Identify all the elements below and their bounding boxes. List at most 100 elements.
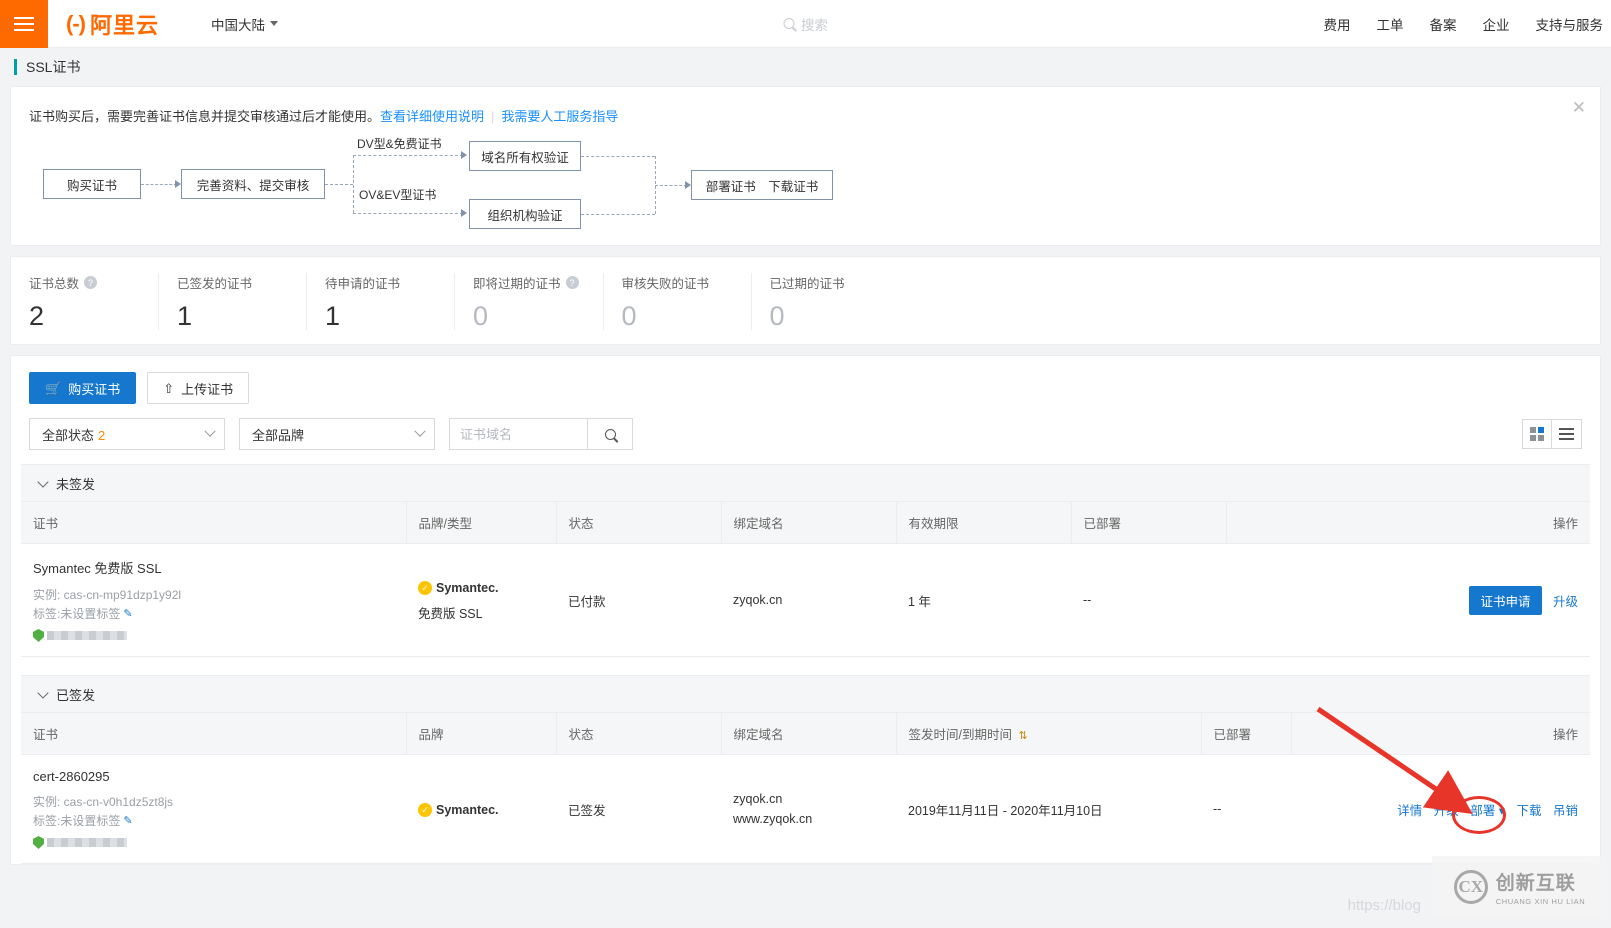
col-bound-domain: 绑定域名	[721, 713, 896, 755]
buy-certificate-label: 购买证书	[68, 379, 120, 398]
status-filter-select[interactable]: 全部状态2	[29, 418, 225, 450]
domain-search	[449, 418, 633, 450]
group-title-unissued: 未签发	[56, 474, 95, 493]
cell-domain: zyqok.cn www.zyqok.cn	[721, 755, 896, 864]
search-input[interactable]	[449, 418, 587, 450]
brand-type: 免费版 SSL	[418, 604, 544, 624]
search-icon	[605, 429, 616, 440]
top-nav: 费用 工单 备案 企业 支持与服务	[1324, 14, 1611, 34]
notice-link-usage[interactable]: 查看详细使用说明	[380, 109, 484, 124]
domain-secondary: www.zyqok.cn	[733, 812, 884, 826]
sort-icon[interactable]: ⇅	[1018, 730, 1027, 742]
help-icon[interactable]: ?	[566, 276, 579, 289]
stat-expiring-label: 即将过期的证书	[473, 273, 561, 292]
col-deployed: 已部署	[1201, 713, 1291, 755]
flow-step-submit: 完善资料、提交审核	[181, 169, 325, 199]
blog-url-watermark: https://blog	[1348, 897, 1421, 914]
cell-validity: 1 年	[896, 544, 1071, 657]
search-button[interactable]	[587, 418, 633, 450]
edit-tag-icon[interactable]: ✎	[123, 605, 132, 624]
redacted-info	[33, 836, 394, 849]
brand-filter-select[interactable]: 全部品牌	[239, 418, 435, 450]
group-header-unissued[interactable]: 未签发	[21, 464, 1590, 502]
col-brand: 品牌	[406, 713, 556, 755]
status-filter-count: 2	[98, 428, 105, 443]
col-bound-domain: 绑定域名	[721, 502, 896, 544]
group-header-issued[interactable]: 已签发	[21, 675, 1590, 713]
cell-status: 已付款	[556, 544, 721, 657]
issued-certificate-table: 证书 品牌 状态 绑定域名 签发时间/到期时间 ⇅ 已部署 操作 cert-28…	[21, 713, 1590, 864]
nav-item-support[interactable]: 支持与服务	[1536, 14, 1604, 34]
col-operations: 操作	[1226, 502, 1590, 544]
stat-expired: 已过期的证书 0	[752, 273, 900, 330]
stat-issued-label: 已签发的证书	[177, 273, 252, 292]
chevron-down-icon	[37, 476, 48, 487]
region-selector[interactable]: 中国大陆	[211, 14, 278, 34]
top-header: (-) 阿里云 中国大陆 搜索 费用 工单 备案 企业 支持与服务	[0, 0, 1611, 48]
download-link[interactable]: 下载	[1516, 804, 1541, 818]
revoke-link[interactable]: 吊销	[1553, 804, 1578, 818]
notice-text: 证书购买后，需要完善证书信息并提交审核通过后才能使用。	[29, 109, 380, 124]
stat-failed: 审核失败的证书 0	[604, 273, 752, 330]
flow-branch-2-label: OV&EV型证书	[359, 186, 436, 203]
site-watermark: CX 创新互联 CHUANG XIN HU LIAN	[1432, 856, 1607, 918]
flow-step-deploy-download: 部署证书 下载证书	[691, 170, 833, 200]
hamburger-icon[interactable]	[0, 0, 48, 48]
table-header-row: 证书 品牌/类型 状态 绑定域名 有效期限 已部署 操作	[21, 502, 1590, 544]
certificate-tag: 标签:未设置标签	[33, 605, 120, 624]
cell-brand: ✓ Symantec. 免费版 SSL	[406, 544, 556, 657]
help-icon[interactable]: ?	[84, 276, 97, 289]
certificate-name: Symantec 免费版 SSL	[33, 558, 394, 577]
nav-item-fees[interactable]: 费用	[1324, 14, 1351, 34]
notice-section: 证书购买后，需要完善证书信息并提交审核通过后才能使用。查看详细使用说明 | 我需要人…	[11, 87, 1600, 245]
domain-primary: zyqok.cn	[733, 792, 884, 806]
shield-icon	[33, 836, 44, 849]
chevron-down-icon	[204, 426, 215, 437]
nav-item-tickets[interactable]: 工单	[1377, 14, 1404, 34]
shield-icon	[33, 629, 44, 642]
nav-item-enterprise[interactable]: 企业	[1483, 14, 1510, 34]
redacted-info	[33, 629, 394, 642]
upload-certificate-button[interactable]: ⇧ 上传证书	[147, 372, 249, 404]
filter-bar: 全部状态2 全部品牌	[11, 404, 1600, 464]
chevron-down-icon	[37, 687, 48, 698]
stat-total: 证书总数 ? 2	[11, 273, 159, 330]
brand-name: Symantec.	[436, 578, 499, 598]
apply-certificate-button[interactable]: 证书申请	[1469, 586, 1541, 615]
notice-separator: |	[491, 109, 494, 124]
view-toggle-group	[1522, 419, 1582, 449]
notice-link-support[interactable]: 我需要人工服务指导	[501, 109, 618, 124]
global-search[interactable]: 搜索	[783, 14, 828, 34]
stat-failed-value: 0	[622, 302, 727, 330]
certificate-tag: 标签:未设置标签	[33, 812, 120, 831]
symantec-brand: ✓ Symantec.	[418, 578, 499, 598]
grid-view-icon	[1530, 427, 1544, 441]
redacted-bar	[47, 838, 127, 847]
col-certificate: 证书	[21, 713, 406, 755]
cell-deployed: --	[1071, 544, 1226, 657]
col-issue-expiry[interactable]: 签发时间/到期时间 ⇅	[896, 713, 1201, 755]
col-validity: 有效期限	[896, 502, 1071, 544]
list-view-button[interactable]	[1552, 419, 1582, 449]
check-icon: ✓	[418, 581, 432, 595]
stat-expired-value: 0	[770, 302, 876, 330]
buy-certificate-button[interactable]: 🛒 购买证书	[29, 372, 136, 404]
upload-certificate-label: 上传证书	[181, 379, 233, 398]
details-link[interactable]: 详情	[1397, 804, 1422, 818]
flow-arrow-2	[461, 151, 467, 159]
nav-item-icp[interactable]: 备案	[1430, 14, 1457, 34]
stat-total-value: 2	[29, 302, 134, 330]
flow-merge-2	[581, 214, 655, 215]
deploy-link[interactable]: 部署 ▾	[1470, 804, 1505, 818]
grid-view-button[interactable]	[1522, 419, 1552, 449]
edit-tag-icon[interactable]: ✎	[123, 812, 132, 831]
page-title: SSL证书	[14, 59, 80, 75]
close-icon[interactable]: ✕	[1572, 99, 1586, 116]
upgrade-link[interactable]: 升级	[1434, 804, 1459, 818]
cell-domain: zyqok.cn	[721, 544, 896, 657]
table-row: cert-2860295 实例: cas-cn-v0h1dz5zt8js 标签:…	[21, 755, 1590, 864]
upgrade-link[interactable]: 升级	[1553, 595, 1578, 609]
cell-certificate: cert-2860295 实例: cas-cn-v0h1dz5zt8js 标签:…	[21, 755, 406, 864]
stat-expired-label: 已过期的证书	[770, 273, 845, 292]
aliyun-logo[interactable]: (-) 阿里云	[66, 8, 159, 40]
